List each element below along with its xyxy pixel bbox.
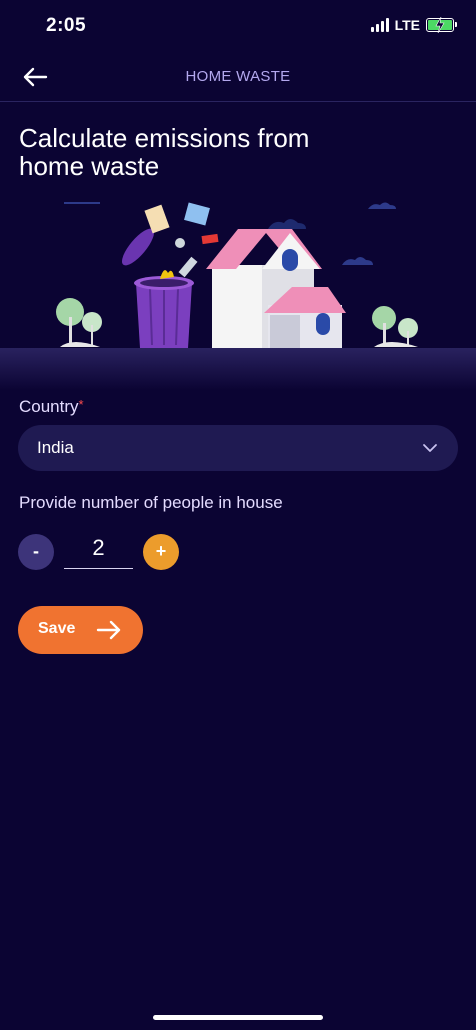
country-label: Country*: [19, 397, 84, 417]
people-count-label: Provide number of people in house: [19, 493, 283, 512]
country-select[interactable]: India: [18, 425, 458, 471]
illustration-ground-band: [0, 348, 476, 390]
battery-icon: [426, 17, 457, 33]
save-button-label: Save: [38, 620, 76, 637]
save-button[interactable]: Save: [18, 606, 143, 654]
increment-button[interactable]: +: [143, 534, 179, 570]
page-title-line1: Calculate emissions from: [19, 123, 310, 153]
decrement-button[interactable]: -: [18, 534, 54, 570]
arrow-right-icon: [96, 620, 121, 640]
chevron-down-icon: [423, 444, 437, 452]
page-title: Calculate emissions from home waste: [19, 124, 439, 180]
country-value: India: [37, 438, 74, 457]
home-indicator: [153, 1015, 323, 1020]
required-marker: *: [78, 397, 84, 412]
nav-title: HOME WASTE: [185, 68, 291, 85]
people-count-stepper: - 2 +: [18, 533, 218, 571]
country-label-text: Country: [19, 397, 79, 416]
status-time: 2:05: [46, 15, 87, 36]
page-title-line2: home waste: [19, 151, 160, 181]
network-type: LTE: [394, 17, 420, 33]
signal-icon: [370, 18, 389, 32]
nav-bar: HOME WASTE: [0, 52, 476, 102]
home-waste-illustration: [0, 195, 476, 355]
status-indicators: LTE: [370, 17, 457, 33]
people-count-input[interactable]: 2: [64, 533, 133, 569]
status-bar: 2:05 LTE: [0, 0, 476, 52]
